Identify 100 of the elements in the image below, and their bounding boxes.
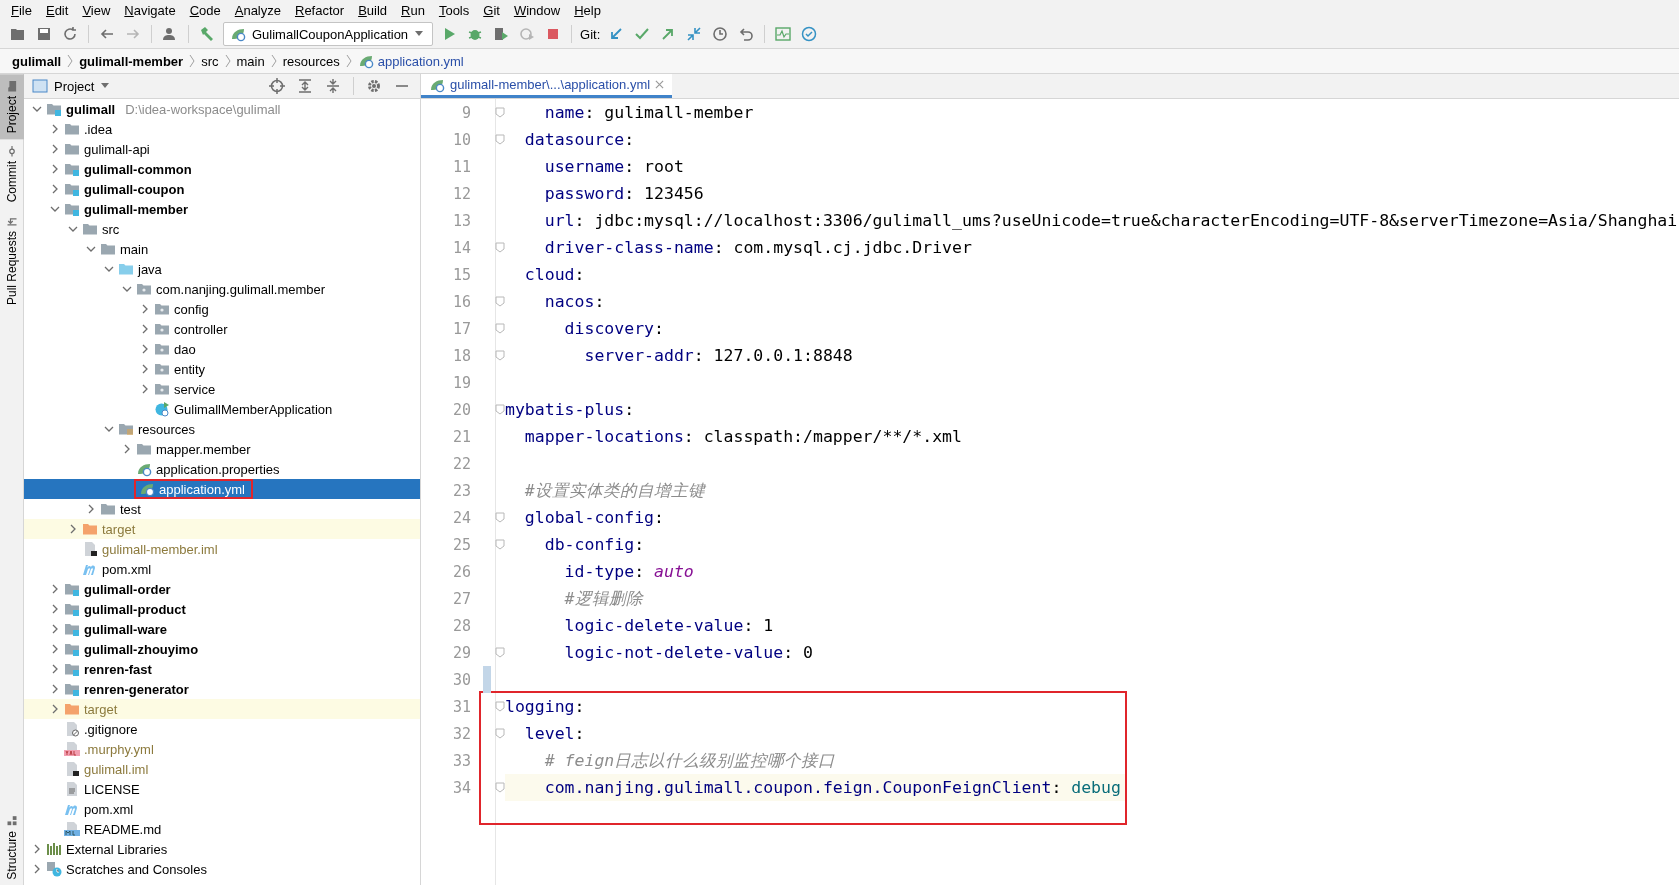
tree-item[interactable]: service [24,379,420,399]
menu-item[interactable]: Help [567,2,608,18]
tree-item[interactable]: entity [24,359,420,379]
tree-item[interactable]: dao [24,339,420,359]
chevron-down-icon[interactable] [104,264,114,274]
tree-item[interactable]: mapper.member [24,439,420,459]
chevron-right-icon[interactable] [50,124,60,134]
chevron-right-icon[interactable] [50,164,60,174]
tree-item[interactable]: .murphy.yml [24,739,420,759]
chevron-down-icon[interactable] [122,284,132,294]
tree-item[interactable]: application.yml [24,479,420,499]
tree-item[interactable]: target [24,519,420,539]
fold-marker-icon[interactable] [495,404,505,415]
tree-item[interactable]: renren-generator [24,679,420,699]
tree-item[interactable]: gulimall D:\idea-workspace\gulimall [24,99,420,119]
chevron-right-icon[interactable] [140,324,150,334]
chevron-right-icon[interactable] [50,604,60,614]
fold-marker-icon[interactable] [495,512,505,523]
tree-item[interactable]: resources [24,419,420,439]
chevron-right-icon[interactable] [140,364,150,374]
chevron-right-icon[interactable] [50,664,60,674]
chevron-right-icon[interactable] [68,524,78,534]
tree-item[interactable]: gulimall-coupon [24,179,420,199]
close-icon[interactable] [655,80,665,89]
tree-item[interactable]: .gitignore [24,719,420,739]
menu-item[interactable]: View [75,2,118,18]
menu-item[interactable]: Run [394,2,432,18]
chevron-right-icon[interactable] [50,644,60,654]
breadcrumb-item[interactable]: src [201,53,219,69]
chevron-down-icon[interactable] [104,424,114,434]
chevron-right-icon[interactable] [122,444,132,454]
menu-item[interactable]: Refactor [288,2,352,18]
tree-item[interactable]: gulimall-ware [24,619,420,639]
chevron-right-icon[interactable] [32,844,42,854]
menu-item[interactable]: Edit [38,2,76,18]
tree-item[interactable]: .idea [24,119,420,139]
tool-window-tab[interactable]: Project [0,74,24,140]
breadcrumb-item[interactable]: resources [282,53,340,69]
tree-item[interactable]: gulimall-order [24,579,420,599]
tree-item[interactable]: test [24,499,420,519]
chevron-right-icon[interactable] [50,624,60,634]
tree-item[interactable]: gulimall-member [24,199,420,219]
menu-item[interactable]: Code [182,2,228,18]
chevron-right-icon[interactable] [140,384,150,394]
tree-item[interactable]: gulimall-zhouyimo [24,639,420,659]
tree-item[interactable]: com.nanjing.gulimall.member [24,279,420,299]
tree-item[interactable]: java [24,259,420,279]
fold-marker-icon[interactable] [495,107,505,118]
tree-item[interactable]: pom.xml [24,559,420,579]
fold-marker-icon[interactable] [495,323,505,334]
menu-item[interactable]: Window [506,2,568,18]
fold-marker-icon[interactable] [495,728,505,739]
fold-marker-icon[interactable] [495,296,505,307]
chevron-right-icon[interactable] [140,304,150,314]
tree-item[interactable]: renren-fast [24,659,420,679]
breadcrumb-item[interactable]: application.yml [357,53,464,69]
chevron-down-icon[interactable] [32,104,42,114]
menu-item[interactable]: Navigate [117,2,183,18]
breadcrumb-item[interactable]: gulimall-member [79,53,184,69]
menu-item[interactable]: Tools [431,2,477,18]
tool-window-tab[interactable]: Structure [0,809,24,885]
tree-item[interactable]: main [24,239,420,259]
tree-item[interactable]: config [24,299,420,319]
chevron-right-icon[interactable] [140,344,150,354]
tree-item[interactable]: src [24,219,420,239]
pulse-monitor-icon[interactable] [773,24,794,44]
tool-window-tab[interactable]: Commit [0,139,24,209]
fold-marker-icon[interactable] [495,350,505,361]
chevron-right-icon[interactable] [50,144,60,154]
breadcrumb-item[interactable]: gulimall [12,53,62,69]
tree-item[interactable]: gulimall-member.iml [24,539,420,559]
tree-item[interactable]: External Libraries [24,839,420,859]
breadcrumb-item[interactable]: main [236,53,265,69]
tree-item[interactable]: LICENSE [24,779,420,799]
tool-window-tab[interactable]: Pull Requests [0,208,24,311]
tree-item[interactable]: pom.xml [24,799,420,819]
tree-item[interactable]: GulimallMemberApplication [24,399,420,419]
fold-marker-icon[interactable] [495,134,505,145]
chevron-right-icon[interactable] [32,864,42,874]
chevron-right-icon[interactable] [50,704,60,714]
tree-item[interactable]: target [24,699,420,719]
tree-item[interactable]: gulimall-common [24,159,420,179]
chevron-right-icon[interactable] [86,504,96,514]
menu-item[interactable]: File [4,2,39,18]
menu-item[interactable]: Git [476,2,507,18]
tree-item[interactable]: README.md [24,819,420,839]
editor-tab[interactable]: gulimall-member\...\application.yml [421,74,673,98]
fold-marker-icon[interactable] [495,539,505,550]
tree-item[interactable]: Scratches and Consoles [24,859,420,879]
chevron-right-icon[interactable] [50,684,60,694]
menu-item[interactable]: Build [351,2,395,18]
tree-item[interactable]: gulimall-api [24,139,420,159]
fold-marker-icon[interactable] [495,242,505,253]
crosshair-icon[interactable] [267,76,287,96]
chevron-right-icon[interactable] [50,584,60,594]
chevron-down-icon[interactable] [68,224,78,234]
chevron-down-icon[interactable] [50,204,60,214]
fold-marker-icon[interactable] [495,701,505,712]
tree-item[interactable]: gulimall-product [24,599,420,619]
tree-item[interactable]: controller [24,319,420,339]
